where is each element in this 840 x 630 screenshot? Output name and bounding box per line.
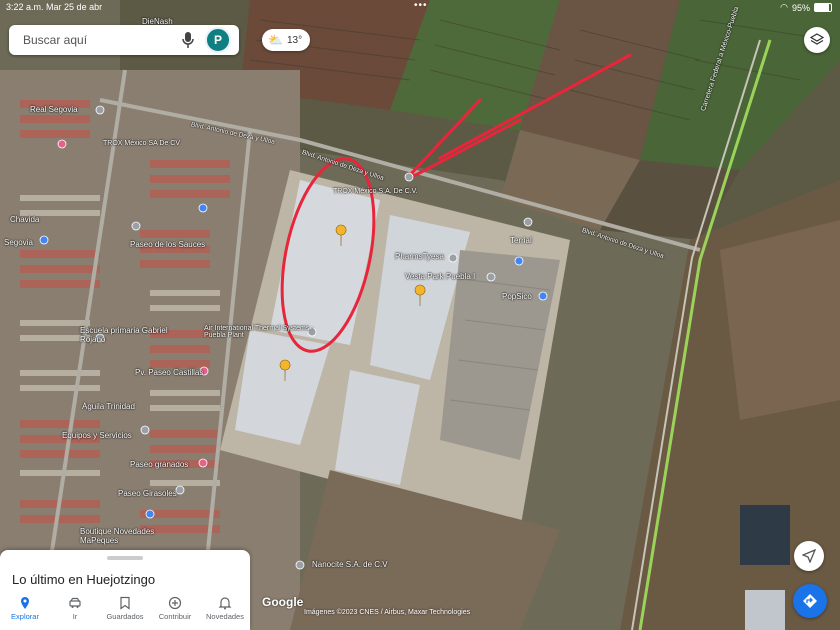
partly-cloudy-icon: ⛅ xyxy=(268,33,283,47)
map-label[interactable]: PharmsTyesa xyxy=(395,252,444,261)
weather-chip[interactable]: ⛅ 13° xyxy=(262,29,311,51)
place-pin-icon xyxy=(404,172,414,182)
store-pin-icon xyxy=(145,509,155,519)
status-time: 3:22 a.m. Mar 25 de abr xyxy=(6,2,103,12)
plus-circle-icon xyxy=(168,596,182,610)
place-pin-icon xyxy=(448,253,458,263)
shop-pin-icon xyxy=(57,139,67,149)
search-input[interactable]: Buscar aquí xyxy=(23,33,181,47)
transit-pin-icon xyxy=(514,256,524,266)
map-label[interactable]: Paseo granados xyxy=(130,460,188,469)
battery-icon xyxy=(814,3,832,12)
tab-contribuir[interactable]: Contribuir xyxy=(151,596,199,621)
bottom-nav: Explorar Ir Guardados Contribuir Novedad… xyxy=(0,587,250,630)
map-label[interactable]: Boutique Novedades MaPeques xyxy=(80,527,170,545)
sheet-drag-handle[interactable] xyxy=(107,556,143,560)
map-label[interactable]: Paseo Girasoles xyxy=(118,489,177,498)
map-label[interactable]: PopSico xyxy=(502,292,532,301)
imagery-credit[interactable]: Imágenes ©2023 CNES / Airbus, Maxar Tech… xyxy=(304,609,470,616)
wifi-icon: ◠ xyxy=(780,2,788,12)
map-label[interactable]: Escuela primaria Gabriel Rojano xyxy=(80,326,170,344)
map-label[interactable]: Águila Trinidad xyxy=(82,402,135,411)
store-pin-icon xyxy=(538,291,548,301)
tab-guardados[interactable]: Guardados xyxy=(101,596,149,621)
search-bar[interactable]: Buscar aquí P xyxy=(9,25,239,55)
place-pin-icon xyxy=(95,105,105,115)
google-logo: Google xyxy=(262,595,304,609)
pin-icon xyxy=(21,597,29,609)
map-label[interactable]: Pv. Paseo Castillas xyxy=(135,368,203,377)
map-label[interactable]: TROX México S.A. De C.V. xyxy=(333,188,418,195)
map-label[interactable]: Segovia xyxy=(4,238,33,247)
bell-icon xyxy=(218,597,232,610)
place-pin-icon xyxy=(131,221,141,231)
school-pin-icon xyxy=(198,203,208,213)
multitask-dots-icon[interactable]: ••• xyxy=(414,0,428,11)
tab-novedades[interactable]: Novedades xyxy=(201,596,249,621)
bottom-sheet[interactable]: Lo último en Huejotzingo Explorar Ir Gua… xyxy=(0,550,250,630)
layers-icon xyxy=(810,33,824,45)
map-label[interactable]: Chavida xyxy=(10,215,39,224)
directions-button[interactable] xyxy=(793,584,827,618)
place-pin-icon xyxy=(523,217,533,227)
tab-explorar[interactable]: Explorar xyxy=(1,596,49,621)
status-right: ◠ 95% xyxy=(780,2,832,13)
tab-ir[interactable]: Ir xyxy=(51,596,99,621)
place-pin-icon xyxy=(295,560,305,570)
place-pin-icon xyxy=(140,425,150,435)
battery-level: 95% xyxy=(791,2,810,13)
car-icon xyxy=(69,597,81,608)
place-pin-icon xyxy=(486,272,496,282)
sheet-title: Lo último en Huejotzingo xyxy=(12,572,156,587)
store-pin-icon xyxy=(39,235,49,245)
avatar[interactable]: P xyxy=(205,27,231,53)
shop-pin-icon xyxy=(198,458,208,468)
map-label[interactable]: Real Segovia xyxy=(30,105,78,114)
map-label[interactable]: TROX México SA De CV xyxy=(103,140,180,147)
map-label[interactable]: Terrial xyxy=(510,236,532,245)
status-bar: 3:22 a.m. Mar 25 de abr ••• ◠ 95% xyxy=(0,0,840,14)
my-location-button[interactable] xyxy=(794,541,824,571)
bookmark-icon xyxy=(120,596,130,610)
layers-button[interactable] xyxy=(804,27,830,53)
map-label[interactable]: Equipos y Servicios xyxy=(62,431,132,440)
map-label[interactable]: Paseo de los Sauces xyxy=(130,240,205,249)
directions-icon xyxy=(803,594,817,608)
temperature: 13° xyxy=(286,34,303,46)
navigation-arrow-icon xyxy=(802,549,816,563)
map-label[interactable]: Vesta Park Puebla I xyxy=(405,272,475,281)
map-label[interactable]: Nanocite S.A. de C.V xyxy=(312,560,388,569)
map-label[interactable]: Air International Thermal Systems - Pueb… xyxy=(204,325,314,339)
microphone-icon[interactable] xyxy=(181,31,195,49)
place-pin-icon xyxy=(175,485,185,495)
